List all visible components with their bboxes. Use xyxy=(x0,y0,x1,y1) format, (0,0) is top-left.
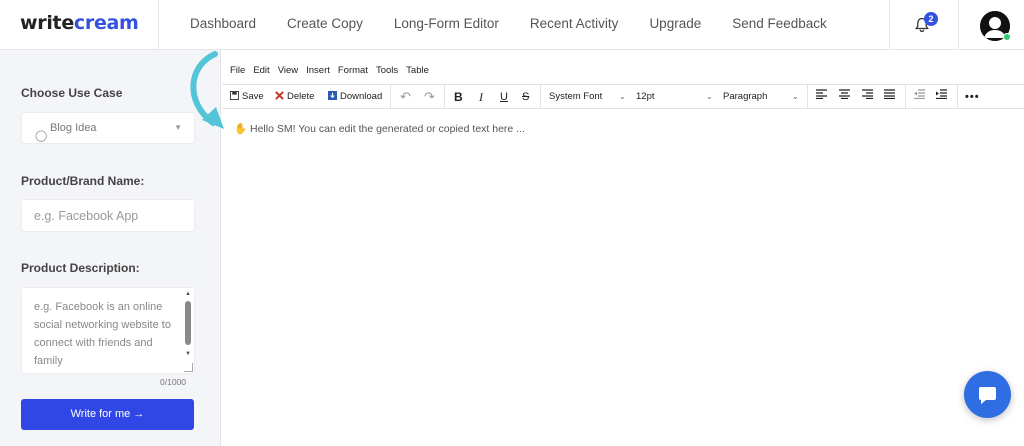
divider xyxy=(905,85,906,109)
editor-placeholder: Hello SM! You can edit the generated or … xyxy=(250,123,525,135)
write-for-me-button[interactable]: Write for me → xyxy=(21,399,194,430)
editor-content[interactable]: ✋ Hello SM! You can edit the generated o… xyxy=(234,122,525,135)
notification-badge: 2 xyxy=(924,12,938,26)
nav-dashboard[interactable]: Dashboard xyxy=(190,16,256,31)
menu-format[interactable]: Format xyxy=(338,61,368,81)
font-family-value: System Font xyxy=(549,91,603,102)
font-size-select[interactable]: 12pt ⌄ xyxy=(636,85,716,109)
download-button[interactable]: Download xyxy=(328,85,382,109)
scroll-up-icon[interactable]: ▲ xyxy=(185,291,191,297)
use-case-select[interactable]: ◯ Blog Idea ▼ xyxy=(21,112,195,144)
resize-handle[interactable] xyxy=(184,363,193,372)
editor-toolbar: Save Delete Download ↶ ↷ B I U S System … xyxy=(222,84,1024,109)
logo-text-dark: write xyxy=(20,12,74,34)
menu-edit[interactable]: Edit xyxy=(253,61,269,81)
logo-text-accent: cream xyxy=(73,12,139,34)
top-navbar: writecream Dashboard Create Copy Long-Fo… xyxy=(0,0,1024,50)
align-center-icon[interactable] xyxy=(839,85,850,109)
underline-icon[interactable]: U xyxy=(500,85,508,109)
chevron-down-icon: ⌄ xyxy=(792,92,799,101)
description-field: ▲ ▼ xyxy=(21,287,195,374)
font-family-select[interactable]: System Font ⌄ xyxy=(549,85,629,109)
more-icon[interactable]: ••• xyxy=(965,85,980,109)
description-textarea[interactable] xyxy=(22,288,182,373)
save-icon xyxy=(230,91,239,100)
scroll-down-icon[interactable]: ▼ xyxy=(185,351,191,357)
italic-icon[interactable]: I xyxy=(479,85,483,109)
main-nav: Dashboard Create Copy Long-Form Editor R… xyxy=(190,16,858,31)
strikethrough-icon[interactable]: S xyxy=(522,85,529,109)
nav-send-feedback[interactable]: Send Feedback xyxy=(732,16,827,31)
indent-icon[interactable] xyxy=(936,85,947,109)
chat-button[interactable] xyxy=(964,371,1011,418)
brand-name-input[interactable] xyxy=(21,199,195,232)
use-case-label: Choose Use Case xyxy=(21,86,123,100)
divider xyxy=(390,85,391,109)
menu-insert[interactable]: Insert xyxy=(306,61,330,81)
divider xyxy=(158,0,159,50)
save-label: Save xyxy=(242,91,264,102)
download-label: Download xyxy=(340,91,383,102)
align-right-icon[interactable] xyxy=(862,85,873,109)
menu-file[interactable]: File xyxy=(230,61,245,81)
nav-long-form-editor[interactable]: Long-Form Editor xyxy=(394,16,499,31)
download-icon xyxy=(328,91,337,100)
menu-view[interactable]: View xyxy=(278,61,298,81)
delete-label: Delete xyxy=(287,91,315,102)
nav-recent-activity[interactable]: Recent Activity xyxy=(530,16,619,31)
brand-name-label: Product/Brand Name: xyxy=(21,174,145,188)
menu-table[interactable]: Table xyxy=(406,61,429,81)
save-button[interactable]: Save xyxy=(230,85,264,109)
chevron-down-icon: ⌄ xyxy=(619,92,626,101)
divider xyxy=(807,85,808,109)
wave-hand-icon: ✋ xyxy=(234,123,248,135)
block-format-select[interactable]: Paragraph ⌄ xyxy=(723,85,803,109)
menu-tools[interactable]: Tools xyxy=(376,61,398,81)
logo[interactable]: writecream xyxy=(20,12,139,34)
bold-icon[interactable]: B xyxy=(454,85,463,109)
align-left-icon[interactable] xyxy=(816,85,827,109)
editor-menubar: File Edit View Insert Format Tools Table xyxy=(222,61,429,81)
scrollbar-thumb[interactable] xyxy=(185,301,191,345)
font-size-value: 12pt xyxy=(636,91,655,102)
divider xyxy=(540,85,541,109)
online-status-indicator xyxy=(1003,33,1011,41)
notifications-button[interactable]: 2 xyxy=(889,0,959,50)
delete-icon xyxy=(275,91,284,100)
use-case-value: Blog Idea xyxy=(50,122,97,134)
char-counter: 0/1000 xyxy=(160,377,186,387)
nav-upgrade[interactable]: Upgrade xyxy=(649,16,701,31)
align-justify-icon[interactable] xyxy=(884,85,895,109)
nav-create-copy[interactable]: Create Copy xyxy=(287,16,363,31)
outdent-icon[interactable] xyxy=(914,85,925,109)
chevron-down-icon: ⌄ xyxy=(706,92,713,101)
chat-icon xyxy=(979,387,996,404)
description-label: Product Description: xyxy=(21,261,140,275)
redo-icon[interactable]: ↷ xyxy=(424,85,435,109)
undo-icon[interactable]: ↶ xyxy=(400,85,411,109)
divider xyxy=(957,85,958,109)
block-format-value: Paragraph xyxy=(723,91,768,102)
lightbulb-icon: ◯ xyxy=(35,130,48,142)
delete-button[interactable]: Delete xyxy=(275,85,314,109)
scrollbar[interactable]: ▲ ▼ xyxy=(185,291,191,366)
divider xyxy=(444,85,445,109)
